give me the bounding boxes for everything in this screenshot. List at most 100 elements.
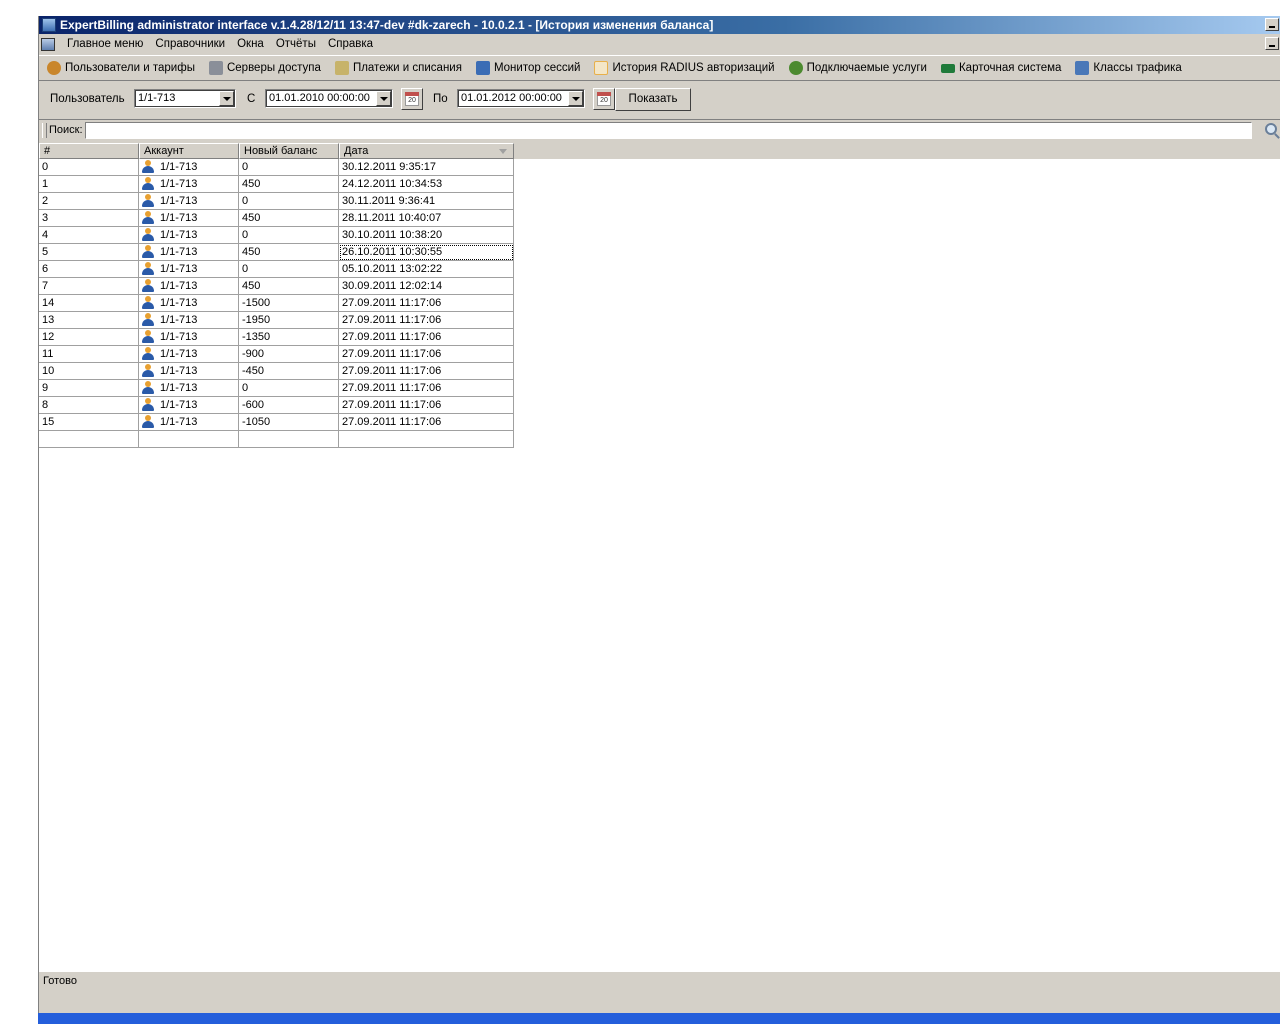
table-row[interactable]: 0 1/1-713 0 30.12.2011 9:35:17	[39, 159, 514, 176]
cell-new-balance[interactable]: 0	[239, 159, 339, 176]
cell-date[interactable]: 27.09.2011 11:17:06	[339, 397, 514, 414]
column-header-number[interactable]: #	[39, 143, 139, 159]
cell-number[interactable]: 2	[39, 193, 139, 210]
toolbar-traffic-classes-button[interactable]: Классы трафика	[1067, 57, 1187, 79]
cell-new-balance[interactable]: 450	[239, 244, 339, 261]
cell-new-balance[interactable]: 450	[239, 176, 339, 193]
cell-number[interactable]: 9	[39, 380, 139, 397]
cell-new-balance[interactable]: 450	[239, 278, 339, 295]
cell-account[interactable]: 1/1-713	[139, 380, 239, 397]
search-icon[interactable]	[1265, 123, 1277, 135]
cell-date[interactable]: 30.10.2011 10:38:20	[339, 227, 514, 244]
toolbar-card-system-button[interactable]: Карточная система	[933, 57, 1067, 79]
child-window-icon[interactable]	[41, 37, 55, 51]
cell-new-balance[interactable]: -450	[239, 363, 339, 380]
table-row[interactable]: 2 1/1-713 0 30.11.2011 9:36:41	[39, 193, 514, 210]
cell-account[interactable]: 1/1-713	[139, 346, 239, 363]
cell-number[interactable]: 11	[39, 346, 139, 363]
table-row[interactable]: 6 1/1-713 0 05.10.2011 13:02:22	[39, 261, 514, 278]
cell-number[interactable]	[39, 431, 139, 448]
minimize-button[interactable]	[1265, 18, 1279, 31]
cell-number[interactable]: 5	[39, 244, 139, 261]
table-row[interactable]: 10 1/1-713 -450 27.09.2011 11:17:06	[39, 363, 514, 380]
menu-windows[interactable]: Окна	[231, 38, 270, 50]
cell-date[interactable]: 27.09.2011 11:17:06	[339, 414, 514, 431]
cell-account[interactable]: 1/1-713	[139, 244, 239, 261]
cell-number[interactable]: 13	[39, 312, 139, 329]
cell-number[interactable]: 10	[39, 363, 139, 380]
cell-number[interactable]: 0	[39, 159, 139, 176]
cell-number[interactable]: 7	[39, 278, 139, 295]
search-input[interactable]	[85, 122, 1252, 139]
cell-new-balance[interactable]: -1050	[239, 414, 339, 431]
toolbar-radius-history-button[interactable]: История RADIUS авторизаций	[586, 57, 780, 79]
table-row[interactable]: 5 1/1-713 450 26.10.2011 10:30:55	[39, 244, 514, 261]
chevron-down-icon[interactable]	[568, 91, 583, 106]
table-row[interactable]: 15 1/1-713 -1050 27.09.2011 11:17:06	[39, 414, 514, 431]
toolbar-session-monitor-button[interactable]: Монитор сессий	[468, 57, 587, 79]
cell-date[interactable]: 27.09.2011 11:17:06	[339, 380, 514, 397]
cell-date[interactable]: 30.09.2011 12:02:14	[339, 278, 514, 295]
column-header-date[interactable]: Дата	[339, 143, 514, 159]
cell-date[interactable]: 27.09.2011 11:17:06	[339, 363, 514, 380]
cell-account[interactable]: 1/1-713	[139, 312, 239, 329]
title-bar[interactable]: ExpertBilling administrator interface v.…	[39, 16, 1280, 34]
cell-date[interactable]: 27.09.2011 11:17:06	[339, 312, 514, 329]
menu-references[interactable]: Справочники	[149, 38, 231, 50]
table-row[interactable]: 7 1/1-713 450 30.09.2011 12:02:14	[39, 278, 514, 295]
toolbar-services-button[interactable]: Подключаемые услуги	[781, 57, 933, 79]
show-button[interactable]: Показать	[615, 88, 691, 111]
cell-new-balance[interactable]	[239, 431, 339, 448]
menu-reports[interactable]: Отчёты	[270, 38, 322, 50]
cell-date[interactable]: 27.09.2011 11:17:06	[339, 295, 514, 312]
cell-number[interactable]: 14	[39, 295, 139, 312]
cell-number[interactable]: 12	[39, 329, 139, 346]
cell-date[interactable]: 27.09.2011 11:17:06	[339, 329, 514, 346]
cell-date[interactable]: 30.12.2011 9:35:17	[339, 159, 514, 176]
toolbar-payments-button[interactable]: Платежи и списания	[327, 57, 468, 79]
cell-number[interactable]: 3	[39, 210, 139, 227]
column-header-new-balance[interactable]: Новый баланс	[239, 143, 339, 159]
column-header-account[interactable]: Аккаунт	[139, 143, 239, 159]
cell-number[interactable]: 1	[39, 176, 139, 193]
cell-account[interactable]: 1/1-713	[139, 397, 239, 414]
menu-main[interactable]: Главное меню	[61, 38, 149, 50]
cell-account[interactable]: 1/1-713	[139, 176, 239, 193]
cell-account[interactable]: 1/1-713	[139, 295, 239, 312]
child-minimize-button[interactable]	[1265, 37, 1279, 50]
cell-account[interactable]	[139, 431, 239, 448]
table-row[interactable]: 13 1/1-713 -1950 27.09.2011 11:17:06	[39, 312, 514, 329]
cell-account[interactable]: 1/1-713	[139, 414, 239, 431]
chevron-down-icon[interactable]	[219, 91, 234, 106]
cell-account[interactable]: 1/1-713	[139, 159, 239, 176]
cell-new-balance[interactable]: 0	[239, 261, 339, 278]
cell-account[interactable]: 1/1-713	[139, 363, 239, 380]
table-row[interactable]: 14 1/1-713 -1500 27.09.2011 11:17:06	[39, 295, 514, 312]
toolbar-servers-button[interactable]: Серверы доступа	[201, 57, 327, 79]
table-row[interactable]: 12 1/1-713 -1350 27.09.2011 11:17:06	[39, 329, 514, 346]
cell-new-balance[interactable]: 0	[239, 380, 339, 397]
cell-account[interactable]: 1/1-713	[139, 193, 239, 210]
toolbar-grip[interactable]	[42, 123, 47, 138]
cell-date[interactable]: 05.10.2011 13:02:22	[339, 261, 514, 278]
table-row[interactable]	[39, 431, 514, 448]
cell-account[interactable]: 1/1-713	[139, 278, 239, 295]
table-row[interactable]: 9 1/1-713 0 27.09.2011 11:17:06	[39, 380, 514, 397]
cell-number[interactable]: 15	[39, 414, 139, 431]
cell-new-balance[interactable]: -1350	[239, 329, 339, 346]
cell-date[interactable]: 30.11.2011 9:36:41	[339, 193, 514, 210]
user-combobox[interactable]: 1/1-713	[134, 89, 236, 108]
cell-account[interactable]: 1/1-713	[139, 329, 239, 346]
cell-date[interactable]: 27.09.2011 11:17:06	[339, 346, 514, 363]
calendar-from-button[interactable]: 20	[401, 88, 423, 110]
date-from-picker[interactable]: 01.01.2010 00:00:00	[265, 89, 393, 108]
toolbar-users-tariffs-button[interactable]: Пользователи и тарифы	[39, 57, 201, 79]
cell-date[interactable]: 28.11.2011 10:40:07	[339, 210, 514, 227]
table-row[interactable]: 11 1/1-713 -900 27.09.2011 11:17:06	[39, 346, 514, 363]
cell-number[interactable]: 6	[39, 261, 139, 278]
cell-date[interactable]: 24.12.2011 10:34:53	[339, 176, 514, 193]
table-row[interactable]: 4 1/1-713 0 30.10.2011 10:38:20	[39, 227, 514, 244]
cell-account[interactable]: 1/1-713	[139, 261, 239, 278]
chevron-down-icon[interactable]	[376, 91, 391, 106]
table-row[interactable]: 1 1/1-713 450 24.12.2011 10:34:53	[39, 176, 514, 193]
